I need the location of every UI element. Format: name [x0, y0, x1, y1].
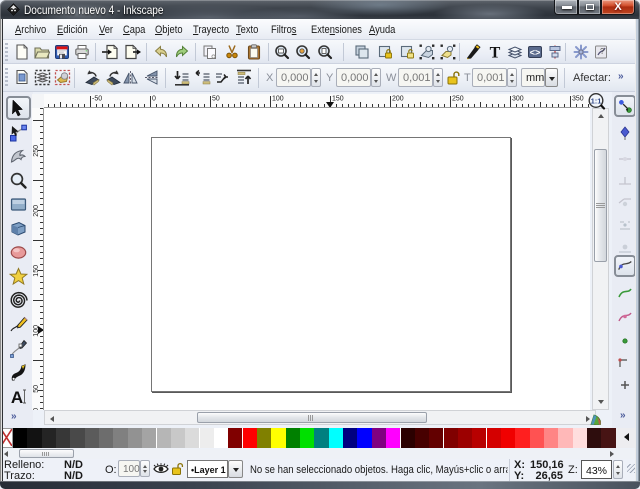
svg-text:?: ? — [600, 47, 605, 56]
svg-text:1:1: 1:1 — [591, 96, 602, 105]
svg-text:150: 150 — [33, 265, 40, 277]
svg-text:350: 350 — [572, 96, 584, 103]
svg-text:A: A — [11, 388, 23, 406]
svg-text:-50: -50 — [92, 96, 102, 103]
svg-text:0: 0 — [33, 408, 40, 410]
svg-text:200: 200 — [33, 205, 40, 217]
svg-text:50: 50 — [212, 96, 220, 103]
svg-text:0: 0 — [152, 96, 156, 103]
svg-text:250: 250 — [33, 145, 40, 157]
svg-text:250: 250 — [452, 96, 464, 103]
svg-text:T: T — [490, 45, 501, 61]
svg-text:50: 50 — [33, 385, 40, 393]
svg-text:<>: <> — [530, 49, 541, 59]
svg-text:200: 200 — [392, 96, 404, 103]
svg-text:300: 300 — [512, 96, 524, 103]
svg-text:100: 100 — [272, 96, 284, 103]
svg-text:150: 150 — [332, 96, 344, 103]
